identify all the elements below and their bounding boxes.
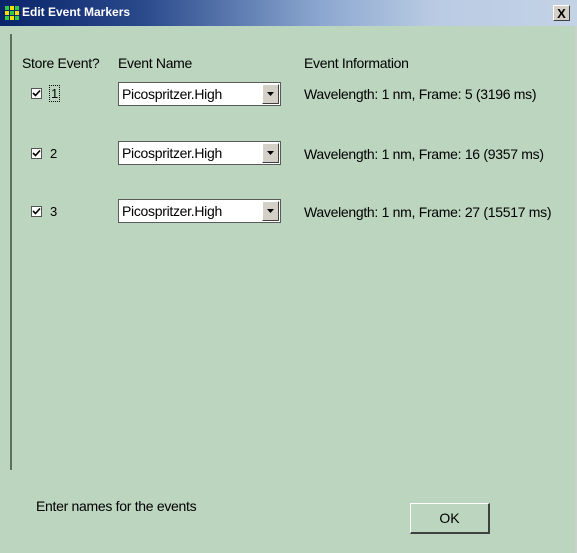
check-icon bbox=[32, 207, 41, 215]
dropdown-button-2[interactable] bbox=[262, 143, 279, 163]
store-event-checkbox-2[interactable] bbox=[31, 148, 42, 159]
header-event-name: Event Name bbox=[118, 55, 193, 71]
row-number-3: 3 bbox=[50, 204, 58, 219]
app-grid-icon bbox=[5, 6, 19, 20]
header-store-event: Store Event? bbox=[22, 55, 100, 71]
event-info-3: Wavelength: 1 nm, Frame: 27 (15517 ms) bbox=[304, 204, 552, 220]
chevron-down-icon bbox=[267, 151, 274, 155]
event-name-value-1: Picospritzer.High bbox=[122, 86, 222, 102]
edit-event-markers-dialog: Edit Event Markers X Store Event? Event … bbox=[0, 0, 577, 553]
title-bar[interactable]: Edit Event Markers X bbox=[0, 0, 577, 26]
close-button[interactable]: X bbox=[553, 5, 570, 21]
dropdown-button-1[interactable] bbox=[262, 84, 279, 104]
event-info-1: Wavelength: 1 nm, Frame: 5 (3196 ms) bbox=[304, 86, 537, 102]
header-event-information: Event Information bbox=[304, 55, 409, 71]
chevron-down-icon bbox=[267, 209, 274, 213]
event-info-2: Wavelength: 1 nm, Frame: 16 (9357 ms) bbox=[304, 146, 544, 162]
store-event-checkbox-3[interactable] bbox=[31, 206, 42, 217]
event-name-combo-3[interactable]: Picospritzer.High bbox=[118, 199, 281, 223]
event-name-combo-1[interactable]: Picospritzer.High bbox=[118, 82, 281, 106]
event-name-value-3: Picospritzer.High bbox=[122, 203, 222, 219]
chevron-down-icon bbox=[267, 92, 274, 96]
check-icon bbox=[32, 89, 41, 97]
row-number-2: 2 bbox=[50, 146, 58, 161]
window-title: Edit Event Markers bbox=[22, 5, 131, 19]
event-name-combo-2[interactable]: Picospritzer.High bbox=[118, 141, 281, 165]
row-number-1: 1 bbox=[48, 85, 61, 102]
status-message: Enter names for the events bbox=[36, 498, 197, 514]
dropdown-button-3[interactable] bbox=[262, 201, 279, 221]
ok-button[interactable]: OK bbox=[410, 503, 490, 534]
check-icon bbox=[32, 149, 41, 157]
event-name-value-2: Picospritzer.High bbox=[122, 145, 222, 161]
store-event-checkbox-1[interactable] bbox=[31, 88, 42, 99]
